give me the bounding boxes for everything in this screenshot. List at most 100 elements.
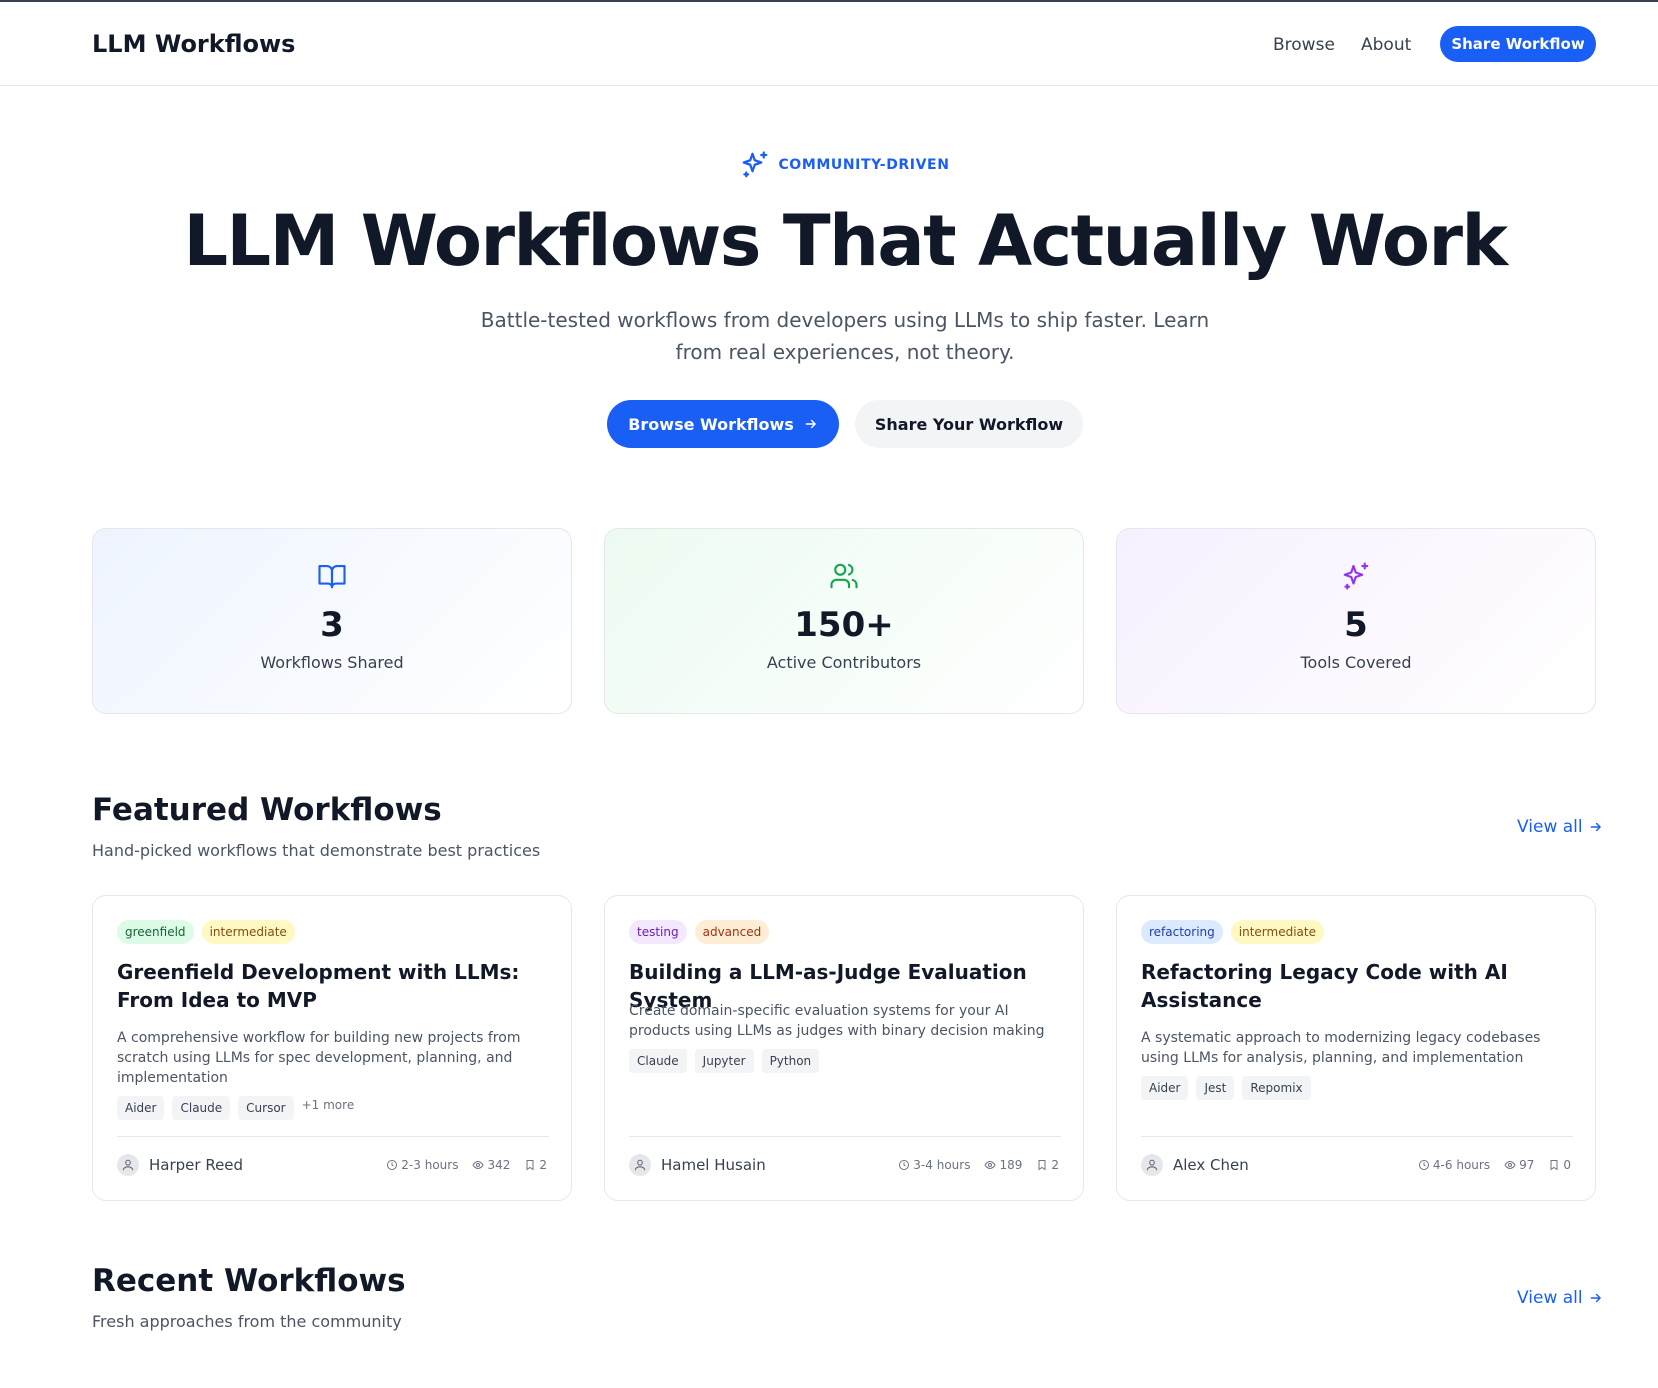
nav-browse-link[interactable]: Browse <box>1273 35 1335 55</box>
brand-logo[interactable]: LLM Workflows <box>92 30 295 58</box>
user-icon <box>1141 1154 1163 1176</box>
hero-badge: COMMUNITY-DRIVEN <box>0 150 1658 180</box>
category-tag: greenfield <box>117 920 194 944</box>
saves: 2 <box>1036 1158 1059 1172</box>
arrow-right-icon <box>1590 822 1601 832</box>
card-description: Create domain-specific evaluation system… <box>629 1003 1045 1039</box>
clock-icon <box>899 1160 910 1170</box>
category-tag: refactoring <box>1141 920 1223 944</box>
featured-view-all-link[interactable]: View all <box>1517 817 1603 837</box>
saves-value: 2 <box>1051 1158 1059 1172</box>
card-meta: 3-4 hours 189 2 <box>898 1158 1059 1172</box>
tool-chip: Jupyter <box>694 1049 754 1073</box>
saves: 2 <box>524 1158 547 1172</box>
tag-list: testing advanced <box>629 920 770 944</box>
recent-view-all-link[interactable]: View all <box>1517 1288 1603 1308</box>
arrow-right-icon <box>1590 1293 1601 1303</box>
author-name: Harper Reed <box>149 1156 244 1174</box>
card-divider <box>629 1136 1061 1137</box>
duration: 4-6 hours <box>1418 1158 1490 1172</box>
duration: 2-3 hours <box>386 1158 458 1172</box>
tool-list: Aider Claude Cursor +1 more <box>117 1096 354 1120</box>
share-workflow-button[interactable]: Share Workflow <box>1440 26 1596 62</box>
views-value: 342 <box>487 1158 511 1172</box>
duration: 3-4 hours <box>898 1158 970 1172</box>
stat-label: Workflows Shared <box>260 653 404 672</box>
tool-chip: Repomix <box>1242 1076 1311 1100</box>
views: 342 <box>472 1158 510 1172</box>
views-value: 97 <box>1519 1158 1535 1172</box>
clock-icon <box>1418 1160 1429 1170</box>
saves: 0 <box>1548 1158 1571 1172</box>
tool-chip: Jest <box>1196 1076 1235 1100</box>
browse-workflows-button[interactable]: Browse Workflows <box>607 400 839 448</box>
card-description: A comprehensive workflow for building ne… <box>117 1030 521 1086</box>
featured-section-subtitle: Hand-picked workflows that demonstrate b… <box>92 841 541 860</box>
browse-workflows-label: Browse Workflows <box>628 414 794 434</box>
tool-chip: Aider <box>1141 1076 1189 1100</box>
recent-section-subtitle: Fresh approaches from the community <box>92 1312 402 1331</box>
users-icon <box>829 561 859 591</box>
eye-icon <box>472 1160 485 1170</box>
duration-value: 3-4 hours <box>913 1158 971 1172</box>
category-tag: testing <box>629 920 687 944</box>
views: 189 <box>984 1158 1022 1172</box>
card-title[interactable]: Refactoring Legacy Code with AI Assistan… <box>1141 958 1573 1014</box>
bookmark-icon <box>526 1160 534 1171</box>
card-description: A systematic approach to modernizing leg… <box>1141 1030 1541 1066</box>
saves-value: 2 <box>539 1158 547 1172</box>
stat-value: 5 <box>1344 605 1368 645</box>
stat-card-workflows: 3 Workflows Shared <box>92 528 572 714</box>
author: Harper Reed <box>117 1154 243 1176</box>
views-value: 189 <box>999 1158 1023 1172</box>
view-all-label: View all <box>1517 1288 1583 1308</box>
difficulty-tag: advanced <box>694 920 770 944</box>
eye-icon <box>1504 1160 1516 1170</box>
hero-badge-label: COMMUNITY-DRIVEN <box>778 157 950 173</box>
share-your-workflow-button[interactable]: Share Your Workflow <box>855 400 1083 448</box>
tool-chip: Claude <box>629 1049 687 1073</box>
tool-chip: Cursor <box>238 1096 294 1120</box>
site-header: LLM Workflows Browse About Share Workflo… <box>0 2 1658 86</box>
stat-value: 150+ <box>794 605 894 645</box>
hero-title: LLM Workflows That Actually Work <box>183 200 1508 282</box>
card-divider <box>1141 1136 1573 1137</box>
stat-card-contributors: 150+ Active Contributors <box>604 528 1084 714</box>
workflow-card[interactable]: testing advanced Building a LLM-as-Judge… <box>604 895 1084 1201</box>
more-tools-label: +1 more <box>301 1098 355 1112</box>
bookmark-icon <box>1038 1160 1046 1171</box>
clock-icon <box>387 1160 398 1170</box>
tool-chip: Aider <box>117 1096 165 1120</box>
user-icon <box>117 1154 139 1176</box>
duration-value: 2-3 hours <box>401 1158 459 1172</box>
view-all-label: View all <box>1517 817 1583 837</box>
eye-icon <box>984 1160 997 1170</box>
tool-chip: Claude <box>172 1096 231 1120</box>
stat-value: 3 <box>320 605 344 645</box>
views: 97 <box>1504 1158 1534 1172</box>
card-meta: 4-6 hours 97 0 <box>1418 1158 1571 1172</box>
author-name: Hamel Husain <box>661 1156 766 1174</box>
user-icon <box>629 1154 651 1176</box>
workflow-card[interactable]: greenfield intermediate Greenfield Devel… <box>92 895 572 1201</box>
tag-list: refactoring intermediate <box>1141 920 1324 944</box>
saves-value: 0 <box>1563 1158 1571 1172</box>
author: Alex Chen <box>1141 1154 1249 1176</box>
recent-section-title: Recent Workflows <box>92 1263 406 1299</box>
hero-subtitle: Battle-tested workflows from developers … <box>480 308 1210 364</box>
book-open-icon <box>317 561 347 591</box>
stat-card-tools: 5 Tools Covered <box>1116 528 1596 714</box>
tool-list: Aider Jest Repomix <box>1141 1076 1311 1100</box>
workflow-card[interactable]: refactoring intermediate Refactoring Leg… <box>1116 895 1596 1201</box>
arrow-right-icon <box>805 419 816 429</box>
nav-about-link[interactable]: About <box>1361 35 1411 55</box>
stat-label: Active Contributors <box>766 653 922 672</box>
tool-list: Claude Jupyter Python <box>629 1049 820 1073</box>
hero-actions: Browse Workflows Share Your Workflow <box>0 400 1658 448</box>
tag-list: greenfield intermediate <box>117 920 295 944</box>
sparkles-icon <box>1341 561 1371 591</box>
card-meta: 2-3 hours 342 2 <box>386 1158 547 1172</box>
bookmark-icon <box>1550 1160 1558 1171</box>
featured-section-title: Featured Workflows <box>92 792 442 828</box>
card-title[interactable]: Greenfield Development with LLMs: From I… <box>117 958 549 1014</box>
